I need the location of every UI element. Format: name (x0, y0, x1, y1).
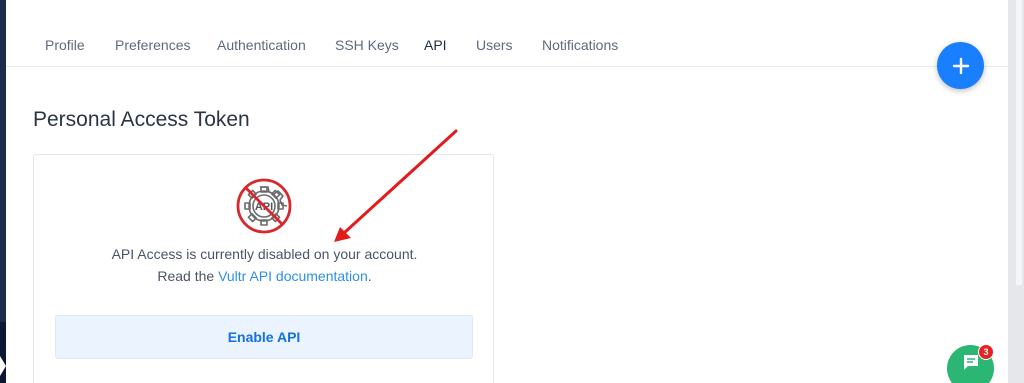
api-disabled-message: API Access is currently disabled on your… (111, 246, 418, 262)
add-button[interactable] (937, 42, 984, 89)
api-docs-link[interactable]: Vultr API documentation (218, 268, 368, 284)
plus-icon (952, 57, 969, 74)
account-settings-page: Profile Preferences Authentication SSH K… (0, 0, 1024, 383)
tab-preferences[interactable]: Preferences (115, 37, 190, 53)
page-title: Personal Access Token (33, 108, 250, 131)
scrollbar-track[interactable] (1008, 0, 1024, 383)
tab-authentication[interactable]: Authentication (217, 37, 306, 53)
tab-profile[interactable]: Profile (45, 37, 85, 53)
api-access-card: API API Access is currently disabled on … (33, 154, 494, 383)
settings-tabs: Profile Preferences Authentication SSH K… (6, 0, 1008, 67)
enable-api-button[interactable]: Enable API (55, 315, 473, 359)
scrollbar-thumb[interactable] (1016, 0, 1022, 285)
tab-ssh-keys[interactable]: SSH Keys (335, 37, 399, 53)
api-disabled-icon: API (236, 178, 292, 234)
chat-unread-badge: 3 (978, 344, 994, 360)
sidebar-corner-decoration (0, 356, 6, 376)
api-docs-line: Read the Vultr API documentation. (157, 268, 372, 284)
tab-api[interactable]: API (424, 37, 447, 53)
tab-notifications[interactable]: Notifications (542, 37, 618, 53)
tab-users[interactable]: Users (476, 37, 513, 53)
